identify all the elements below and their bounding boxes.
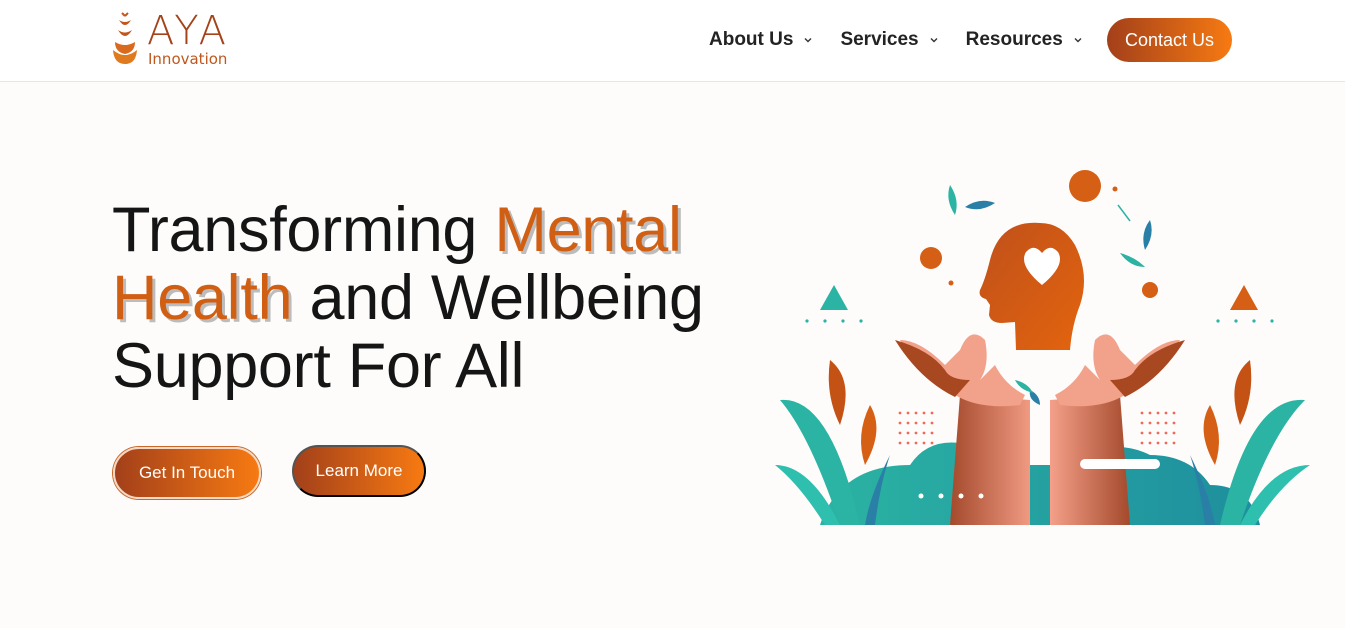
- chevron-down-icon: [1074, 38, 1082, 43]
- nav-item-services[interactable]: Services: [840, 28, 939, 52]
- chevron-down-icon: [804, 38, 812, 43]
- site-header: AYA Innovation About Us Services Resourc…: [0, 0, 1345, 82]
- nav-item-about-us[interactable]: About Us: [709, 28, 814, 52]
- learn-more-button[interactable]: Learn More: [292, 445, 426, 497]
- logo-title: AYA: [147, 8, 229, 54]
- main-nav: About Us Services Resources: [709, 28, 1084, 52]
- nav-item-label: About Us: [709, 29, 794, 50]
- left-arm: [950, 395, 1030, 525]
- bush-shape: [820, 442, 1260, 525]
- chevron-down-icon: [930, 38, 938, 43]
- hero-title-part: Transforming: [112, 195, 495, 265]
- logo-subtitle: Innovation: [148, 50, 228, 68]
- wheat-sprout-icon: [113, 12, 137, 64]
- contact-us-button[interactable]: Contact Us: [1107, 18, 1232, 62]
- hero-title: Transforming Mental Health and Wellbeing…: [112, 196, 732, 400]
- nav-item-label: Services: [840, 29, 919, 50]
- logo[interactable]: AYA Innovation: [110, 8, 250, 70]
- hero-illustration: [775, 170, 1310, 525]
- nav-item-label: Resources: [965, 29, 1063, 50]
- head-icon: [979, 222, 1084, 350]
- get-in-touch-button[interactable]: Get In Touch: [113, 447, 261, 499]
- nav-item-resources[interactable]: Resources: [966, 28, 1084, 52]
